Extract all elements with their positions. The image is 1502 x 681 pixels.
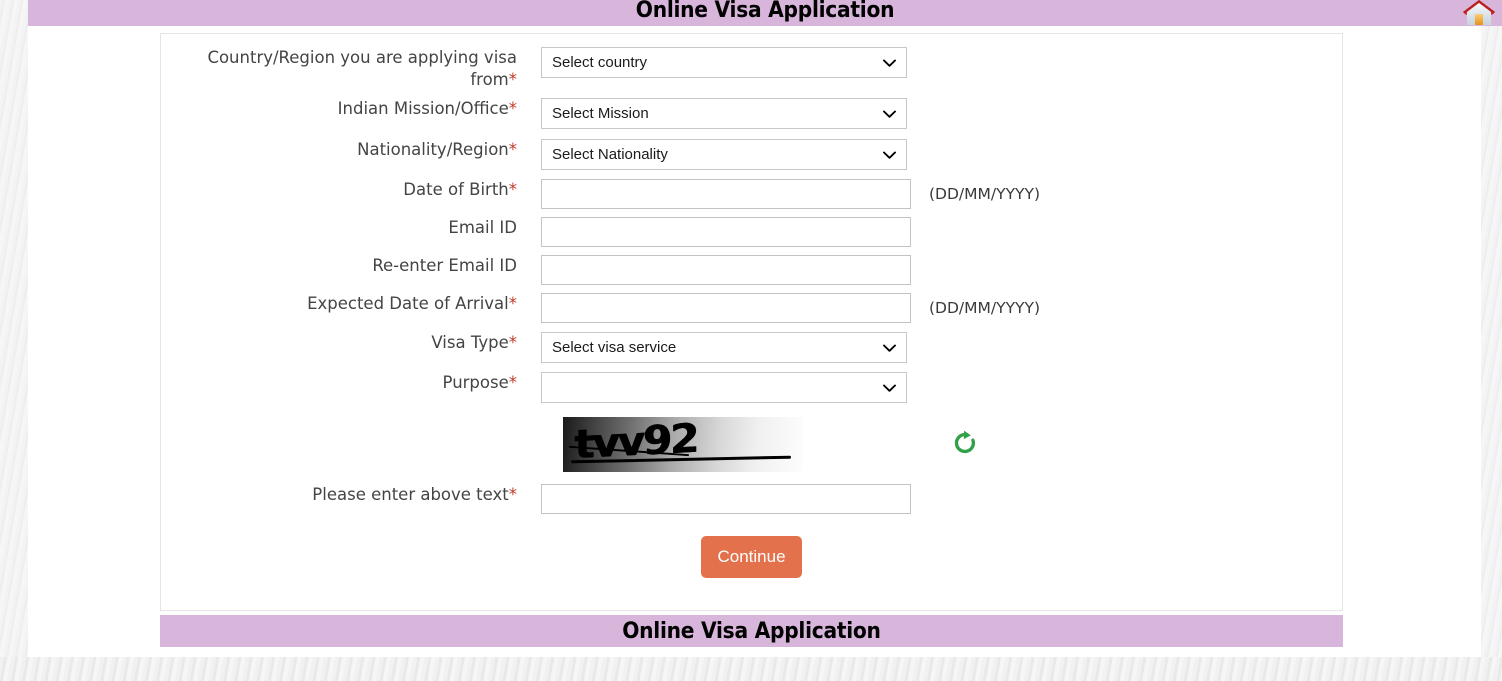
label-visa-type-text: Visa Type (431, 333, 509, 352)
bottom-banner-title: Online Visa Application (622, 618, 881, 644)
form-panel: Country/Region you are applying visa fro… (160, 33, 1343, 611)
label-captcha: Please enter above text* (161, 484, 541, 506)
select-country-value: Select country (552, 54, 648, 71)
field-nationality: Select Nationality (541, 139, 907, 170)
form-row-reenter-email: Re-enter Email ID (161, 255, 1342, 285)
field-visa-type: Select visa service (541, 332, 907, 363)
label-arrival: Expected Date of Arrival* (161, 293, 541, 315)
form-row-email: Email ID (161, 217, 1342, 247)
field-email (541, 217, 911, 247)
captcha-input[interactable] (541, 484, 911, 514)
required-star: * (508, 140, 517, 159)
label-email-text: Email ID (448, 218, 517, 237)
top-banner: Online Visa Application (28, 0, 1502, 26)
select-purpose[interactable] (541, 372, 907, 403)
arrival-format-hint: (DD/MM/YYYY) (929, 299, 1041, 317)
chevron-down-icon (883, 59, 896, 67)
label-country: Country/Region you are applying visa fro… (161, 47, 541, 91)
bottom-banner: Online Visa Application (160, 615, 1343, 647)
field-purpose (541, 372, 907, 403)
field-arrival: (DD/MM/YYYY) (541, 293, 1040, 323)
label-email: Email ID (161, 217, 541, 239)
field-country: Select country (541, 47, 907, 78)
required-star: * (508, 180, 517, 199)
chevron-down-icon (883, 344, 896, 352)
form-row-arrival: Expected Date of Arrival* (DD/MM/YYYY) (161, 293, 1342, 323)
required-star: * (508, 333, 517, 352)
refresh-icon (952, 430, 978, 460)
field-reenter-email (541, 255, 911, 285)
form-row-dob: Date of Birth* (DD/MM/YYYY) (161, 179, 1342, 209)
reenter-email-input[interactable] (541, 255, 911, 285)
label-purpose-text: Purpose (442, 373, 509, 392)
required-star: * (508, 99, 517, 118)
captcha-image: tvv92 (563, 417, 803, 472)
form-row-mission: Indian Mission/Office* Select Mission (161, 98, 1342, 129)
home-icon[interactable] (1462, 0, 1496, 28)
select-visa-type[interactable]: Select visa service (541, 332, 907, 363)
required-star: * (508, 294, 517, 313)
expected-arrival-date-input[interactable] (541, 293, 911, 323)
date-of-birth-input[interactable] (541, 179, 911, 209)
label-purpose: Purpose* (161, 372, 541, 394)
required-star: * (508, 70, 517, 89)
label-mission: Indian Mission/Office* (161, 98, 541, 120)
select-nationality-value: Select Nationality (552, 146, 668, 163)
label-country-text: Country/Region you are applying visa fro… (207, 48, 517, 89)
label-dob-text: Date of Birth (403, 180, 509, 199)
label-reenter-email: Re-enter Email ID (161, 255, 541, 277)
page-title: Online Visa Application (635, 0, 895, 23)
email-input[interactable] (541, 217, 911, 247)
form-row-nationality: Nationality/Region* Select Nationality (161, 139, 1342, 170)
field-captcha-input (541, 484, 911, 514)
select-nationality[interactable]: Select Nationality (541, 139, 907, 170)
refresh-captcha-button[interactable] (951, 430, 979, 460)
select-mission[interactable]: Select Mission (541, 98, 907, 129)
form-row-country: Country/Region you are applying visa fro… (161, 47, 1342, 91)
select-mission-value: Select Mission (552, 105, 649, 122)
field-dob: (DD/MM/YYYY) (541, 179, 1040, 209)
label-reenter-email-text: Re-enter Email ID (372, 256, 517, 275)
field-mission: Select Mission (541, 98, 907, 129)
label-arrival-text: Expected Date of Arrival (307, 294, 509, 313)
chevron-down-icon (883, 151, 896, 159)
dob-format-hint: (DD/MM/YYYY) (929, 185, 1041, 203)
select-visa-type-value: Select visa service (552, 339, 677, 356)
required-star: * (508, 373, 517, 392)
label-dob: Date of Birth* (161, 179, 541, 201)
page-bottom-strip (0, 657, 1502, 681)
label-visa-type: Visa Type* (161, 332, 541, 354)
form-row-captcha-input: Please enter above text* (161, 484, 1342, 514)
submit-row: Continue (161, 536, 1342, 578)
label-captcha-text: Please enter above text (312, 485, 509, 504)
label-nationality: Nationality/Region* (161, 139, 541, 161)
form-row-visa-type: Visa Type* Select visa service (161, 332, 1342, 363)
select-country[interactable]: Select country (541, 47, 907, 78)
chevron-down-icon (883, 384, 896, 392)
label-nationality-text: Nationality/Region (357, 140, 509, 159)
label-mission-text: Indian Mission/Office (337, 99, 509, 118)
required-star: * (508, 485, 517, 504)
chevron-down-icon (883, 110, 896, 118)
form-row-purpose: Purpose* (161, 372, 1342, 403)
continue-button[interactable]: Continue (701, 536, 802, 578)
captcha-area: tvv92 (563, 417, 979, 472)
